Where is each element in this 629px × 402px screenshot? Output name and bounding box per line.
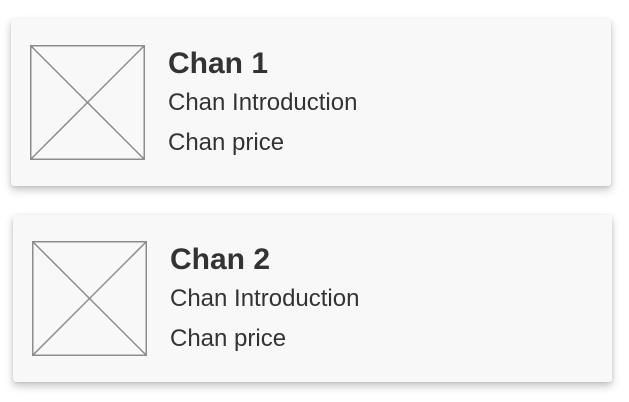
- product-title[interactable]: Chan 2: [170, 241, 602, 279]
- product-price: Chan price: [170, 325, 287, 352]
- image-placeholder-icon: [30, 45, 145, 160]
- product-price: Chan price: [168, 129, 285, 156]
- image-placeholder-icon: [32, 241, 147, 356]
- product-title[interactable]: Chan 1: [168, 45, 601, 83]
- product-info: Chan 1 Chan Introduction Chan price: [168, 45, 601, 163]
- product-card[interactable]: Chan 1 Chan Introduction Chan price: [11, 19, 611, 186]
- product-card[interactable]: Chan 2 Chan Introduction Chan price: [13, 215, 612, 382]
- product-introduction: Chan Introduction: [170, 285, 360, 312]
- product-info: Chan 2 Chan Introduction Chan price: [170, 241, 602, 359]
- product-introduction: Chan Introduction: [168, 89, 358, 116]
